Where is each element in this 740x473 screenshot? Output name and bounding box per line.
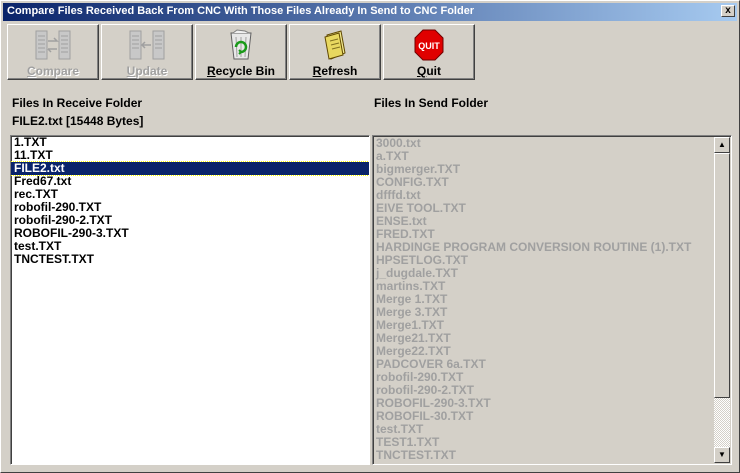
update-label: Update (126, 64, 168, 78)
receive-file-item[interactable]: 1.TXT (11, 136, 369, 149)
compare-button[interactable]: Compare (7, 24, 99, 80)
compare-icon (35, 30, 71, 60)
compare-files-window: Compare Files Received Back From CNC Wit… (0, 0, 740, 473)
title-bar[interactable]: Compare Files Received Back From CNC Wit… (3, 3, 737, 21)
close-button[interactable]: x (721, 5, 735, 17)
compare-label: Compare (26, 64, 80, 78)
quit-label: Quit (416, 64, 441, 78)
send-file-item[interactable]: CONFIG.TXT (373, 176, 713, 189)
send-file-item[interactable]: ROBOFIL-30.TXT (373, 410, 713, 423)
scroll-down-arrow-icon: ▼ (718, 450, 726, 459)
scroll-down-button[interactable]: ▼ (714, 447, 730, 463)
refresh-label: Refresh (312, 64, 358, 78)
receive-file-list[interactable]: 1.TXT 11.TXT FILE2.txt Fred67.txt rec.TXT rob… (10, 135, 370, 465)
quit-icon-text: QUIT (418, 41, 440, 51)
update-icon (129, 30, 165, 60)
receive-file-item[interactable]: TNCTEST.TXT (11, 253, 369, 266)
update-button[interactable]: Update (101, 24, 193, 80)
send-file-item[interactable]: TNCTEST.TXT (373, 449, 713, 462)
refresh-button[interactable]: Refresh (289, 24, 381, 80)
selected-file-info: FILE2.txt [15448 Bytes] (12, 114, 144, 128)
send-list-scrollbar[interactable]: ▲ ▼ (714, 137, 730, 463)
receive-file-item[interactable]: ROBOFIL-290-3.TXT (11, 227, 369, 240)
send-folder-heading: Files In Send Folder (374, 96, 489, 110)
receive-file-item[interactable]: Fred67.txt (11, 175, 369, 188)
recycle-bin-icon (230, 29, 252, 60)
send-file-item[interactable]: 3000.txt (373, 137, 713, 150)
window-title: Compare Files Received Back From CNC Wit… (7, 5, 475, 17)
quit-button[interactable]: QUIT Quit (383, 24, 475, 80)
folder-refresh-icon (324, 30, 346, 60)
scroll-up-arrow-icon: ▲ (718, 140, 726, 149)
quit-stop-sign-icon: QUIT (414, 29, 444, 61)
send-file-list[interactable]: 3000.txt a.TXT bigmerger.TXT CONFIG.TXT dfff… (372, 135, 732, 465)
scroll-thumb[interactable] (714, 153, 730, 398)
receive-folder-heading: Files In Receive Folder (12, 96, 143, 110)
scroll-up-button[interactable]: ▲ (714, 137, 730, 153)
recycle-bin-label: Recycle Bin (206, 64, 276, 78)
recycle-bin-button[interactable]: Recycle Bin (195, 24, 287, 80)
send-file-items: 3000.txt a.TXT bigmerger.TXT CONFIG.TXT dfff… (373, 137, 713, 462)
